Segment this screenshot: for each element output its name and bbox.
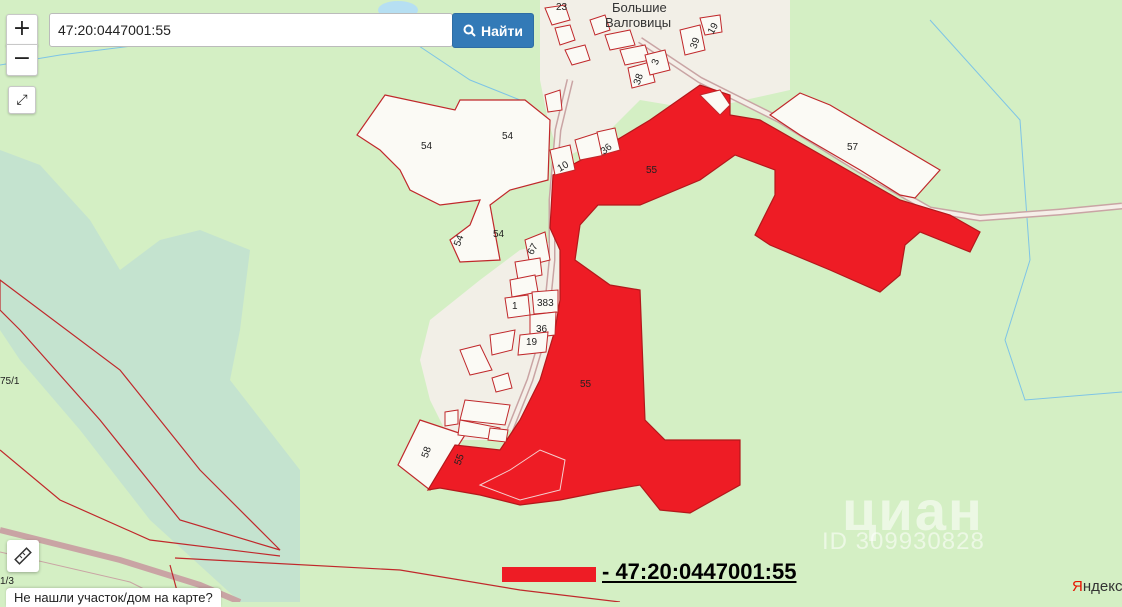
parcel-label: 55 (646, 165, 658, 176)
search-icon (463, 24, 476, 37)
parcel-label: 36 (536, 324, 548, 335)
yandex-logo-rest: ндекс (1082, 578, 1122, 595)
parcel-label: 19 (526, 337, 538, 348)
parcel-label: 1/3 (0, 576, 14, 587)
ruler-button[interactable] (7, 540, 39, 572)
search-input[interactable] (49, 13, 453, 47)
legend-text: - 47:20:0447001:55 (602, 559, 797, 584)
search-button[interactable]: Найти (452, 13, 534, 48)
settlement-name-line1: Большие (612, 0, 667, 15)
parcel-label: 383 (537, 298, 554, 309)
parcel-label: 1 (512, 301, 518, 312)
legend-swatch (502, 567, 596, 582)
parcel-label: 54 (493, 229, 505, 240)
parcel-small[interactable] (444, 409, 459, 427)
yandex-logo-y: Я (1072, 578, 1083, 595)
zoom-out-button[interactable]: − (6, 44, 38, 76)
yandex-logo[interactable]: Яндекс (1072, 578, 1122, 595)
fullscreen-button[interactable]: ⤢ (8, 86, 36, 114)
settlement-name-line2: Валговицы (605, 15, 671, 30)
parcel-label: 54 (421, 141, 433, 152)
cian-watermark-id: ID 309930828 (822, 528, 985, 555)
not-found-link[interactable]: Не нашли участок/дом на карте? (6, 588, 221, 607)
parcel-label: 54 (502, 131, 514, 142)
parcel-label: 55 (580, 379, 592, 390)
ruler-icon (14, 547, 32, 565)
parcel-label: 23 (556, 2, 568, 13)
search-button-label: Найти (481, 22, 523, 39)
parcel-small[interactable] (487, 427, 509, 443)
parcel-label: 75/1 (0, 376, 20, 387)
zoom-in-button[interactable]: + (6, 14, 38, 46)
parcel-label: 57 (847, 142, 859, 153)
